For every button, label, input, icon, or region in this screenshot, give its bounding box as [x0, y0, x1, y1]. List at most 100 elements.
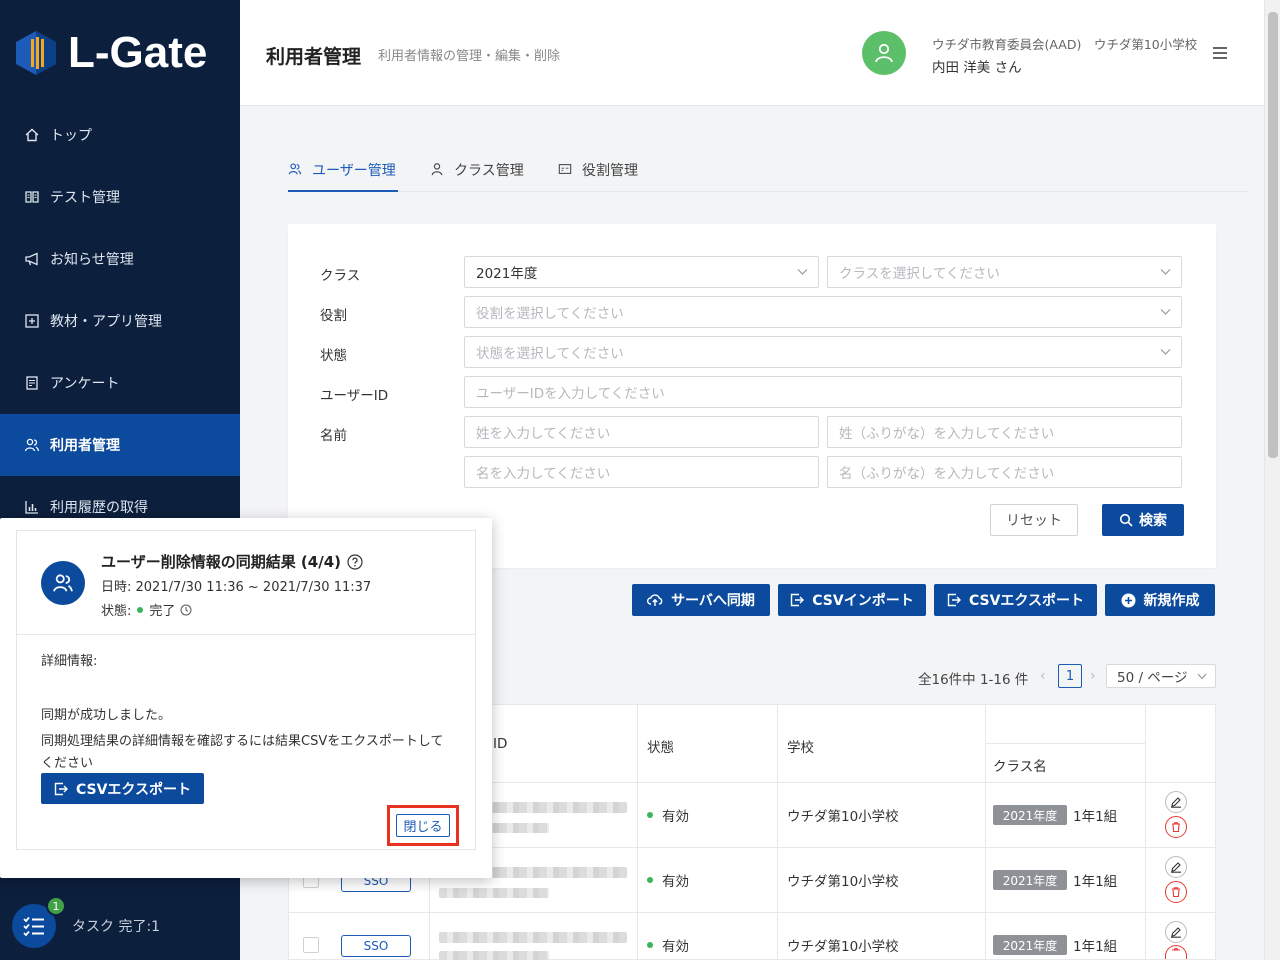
sync-result-popup: ユーザー削除情報の同期結果 (4/4) 日時: 2021/7/30 11:36 … [0, 518, 492, 878]
popup-description: 同期処理結果の詳細情報を確認するには結果CSVをエクスポートしてください [41, 734, 444, 771]
sidebar-item-label: テスト管理 [50, 190, 120, 206]
class-year-select[interactable]: 2021年度 [464, 256, 819, 288]
row-class: 2021年度 1年1組 [993, 935, 1117, 955]
search-form: クラス 2021年度 クラスを選択してください 役割 役割を選択してください 状… [288, 224, 1216, 568]
sidebar-item-test[interactable]: テスト管理 [0, 166, 240, 228]
users-icon [24, 437, 40, 453]
popup-date: 日時: 2021/7/30 11:36 ~ 2021/7/30 11:37 [101, 580, 372, 595]
status-value: 完了 [149, 604, 176, 619]
home-icon [24, 127, 40, 143]
sidebar-item-notice[interactable]: お知らせ管理 [0, 228, 240, 290]
csv-export-button[interactable]: CSVエクスポート [934, 584, 1097, 616]
popup-csv-export-label: CSVエクスポート [75, 781, 192, 798]
sync-server-button[interactable]: サーバへ同期 [632, 584, 770, 616]
csv-import-button[interactable]: CSVインポート [778, 584, 926, 616]
edit-button[interactable] [1165, 856, 1187, 878]
page-scrollbar[interactable] [1264, 0, 1280, 960]
pagination-prev-icon[interactable]: ‹ [1040, 668, 1046, 684]
sidebar-item-top[interactable]: トップ [0, 104, 240, 166]
reset-button[interactable]: リセット [990, 504, 1078, 536]
pagination-next-icon[interactable]: › [1090, 668, 1096, 684]
redacted-user-id [439, 951, 549, 960]
search-icon [1119, 513, 1133, 527]
export-label: CSVエクスポート [968, 593, 1085, 609]
scrollbar-thumb[interactable] [1268, 12, 1278, 458]
search-button[interactable]: 検索 [1102, 504, 1184, 536]
sidebar-item-label: 利用履歴の取得 [50, 500, 148, 516]
status-label: 状態: [101, 604, 132, 619]
new-label: 新規作成 [1143, 593, 1200, 609]
name-label: 名前 [320, 428, 347, 444]
close-button-highlight: 閉じる [387, 805, 459, 846]
edit-button[interactable] [1165, 791, 1187, 813]
redacted-user-id [439, 932, 627, 943]
userid-input[interactable]: ユーザーIDを入力してください [464, 376, 1182, 408]
avatar[interactable] [862, 31, 906, 75]
year-tag: 2021年度 [993, 805, 1067, 825]
last-kana-placeholder: 姓（ふりがな）を入力してください [839, 426, 1055, 442]
status-select[interactable]: 状態を選択してください [464, 336, 1182, 368]
role-select[interactable]: 役割を選択してください [464, 296, 1182, 328]
clock-icon [180, 604, 192, 615]
edit-button[interactable] [1165, 921, 1187, 943]
sidebar-item-label: トップ [50, 128, 92, 144]
pencil-icon [1171, 862, 1181, 873]
class-text: 1年1組 [1073, 939, 1118, 955]
user-name: 内田 洋美 さん [932, 60, 1022, 76]
tab-class-management[interactable]: クラス管理 [430, 160, 524, 192]
chevron-down-icon [1160, 269, 1171, 275]
tab-role-management[interactable]: 役割管理 [558, 160, 638, 192]
status-label: 状態 [320, 348, 347, 364]
first-name-kana-input[interactable]: 名（ふりがな）を入力してください [827, 456, 1182, 488]
popup-detail-label: 詳細情報: [41, 654, 98, 669]
users-avatar [41, 561, 85, 605]
pagination-total: 全16件中 1-16 件 [918, 672, 1029, 688]
last-name-kana-input[interactable]: 姓（ふりがな）を入力してください [827, 416, 1182, 448]
header-divider [985, 743, 1145, 744]
class-year-value: 2021年度 [476, 266, 538, 282]
last-name-input[interactable]: 姓を入力してください [464, 416, 819, 448]
tab-bar: ユーザー管理 クラス管理 役割管理 [288, 150, 1248, 192]
class-select[interactable]: クラスを選択してください [827, 256, 1182, 288]
sidebar-item-survey[interactable]: アンケート [0, 352, 240, 414]
tab-user-management[interactable]: ユーザー管理 [288, 160, 398, 192]
popup-csv-export-button[interactable]: CSVエクスポート [41, 773, 204, 804]
users-icon [53, 574, 73, 592]
row-status: 有効 [647, 935, 689, 955]
first-kana-placeholder: 名（ふりがな）を入力してください [839, 466, 1055, 482]
hamburger-menu-icon[interactable] [1212, 46, 1228, 60]
row-school: ウチダ第10小学校 [787, 874, 899, 890]
sidebar-item-label: 教材・アプリ管理 [50, 314, 162, 330]
column-header-id[interactable]: ID [493, 736, 507, 752]
pagination-page-1[interactable]: 1 [1058, 664, 1082, 688]
chevron-down-icon [1197, 673, 1207, 680]
plus-square-icon [24, 313, 40, 329]
create-new-button[interactable]: 新規作成 [1105, 584, 1215, 616]
tab-label: クラス管理 [454, 163, 524, 179]
delete-button[interactable] [1165, 816, 1187, 838]
column-header-class-name[interactable]: クラス名 [993, 755, 1047, 775]
task-list-icon [23, 916, 44, 937]
app-logo[interactable]: L-Gate [14, 26, 207, 80]
first-name-input[interactable]: 名を入力してください [464, 456, 819, 488]
status-dot [647, 942, 653, 948]
column-header-school[interactable]: 学校 [787, 736, 814, 756]
cloud-upload-icon [647, 594, 663, 606]
column-divider [637, 705, 638, 960]
close-button[interactable]: 閉じる [396, 814, 450, 837]
help-icon[interactable] [347, 553, 363, 570]
role-label: 役割 [320, 308, 347, 324]
pencil-icon [1171, 927, 1181, 938]
import-label: CSVインポート [812, 593, 914, 609]
row-checkbox[interactable] [303, 937, 319, 953]
sidebar-item-materials[interactable]: 教材・アプリ管理 [0, 290, 240, 352]
delete-button[interactable] [1165, 881, 1187, 903]
column-header-status[interactable]: 状態 [647, 736, 674, 756]
sidebar-item-users[interactable]: 利用者管理 [0, 414, 240, 476]
status-dot [137, 606, 144, 613]
first-name-placeholder: 名を入力してください [476, 466, 611, 482]
page-size-select[interactable]: 50 / ページ [1106, 664, 1216, 688]
row-status: 有効 [647, 805, 689, 825]
delete-button[interactable] [1165, 945, 1187, 959]
sidebar-item-label: 利用者管理 [50, 438, 120, 454]
